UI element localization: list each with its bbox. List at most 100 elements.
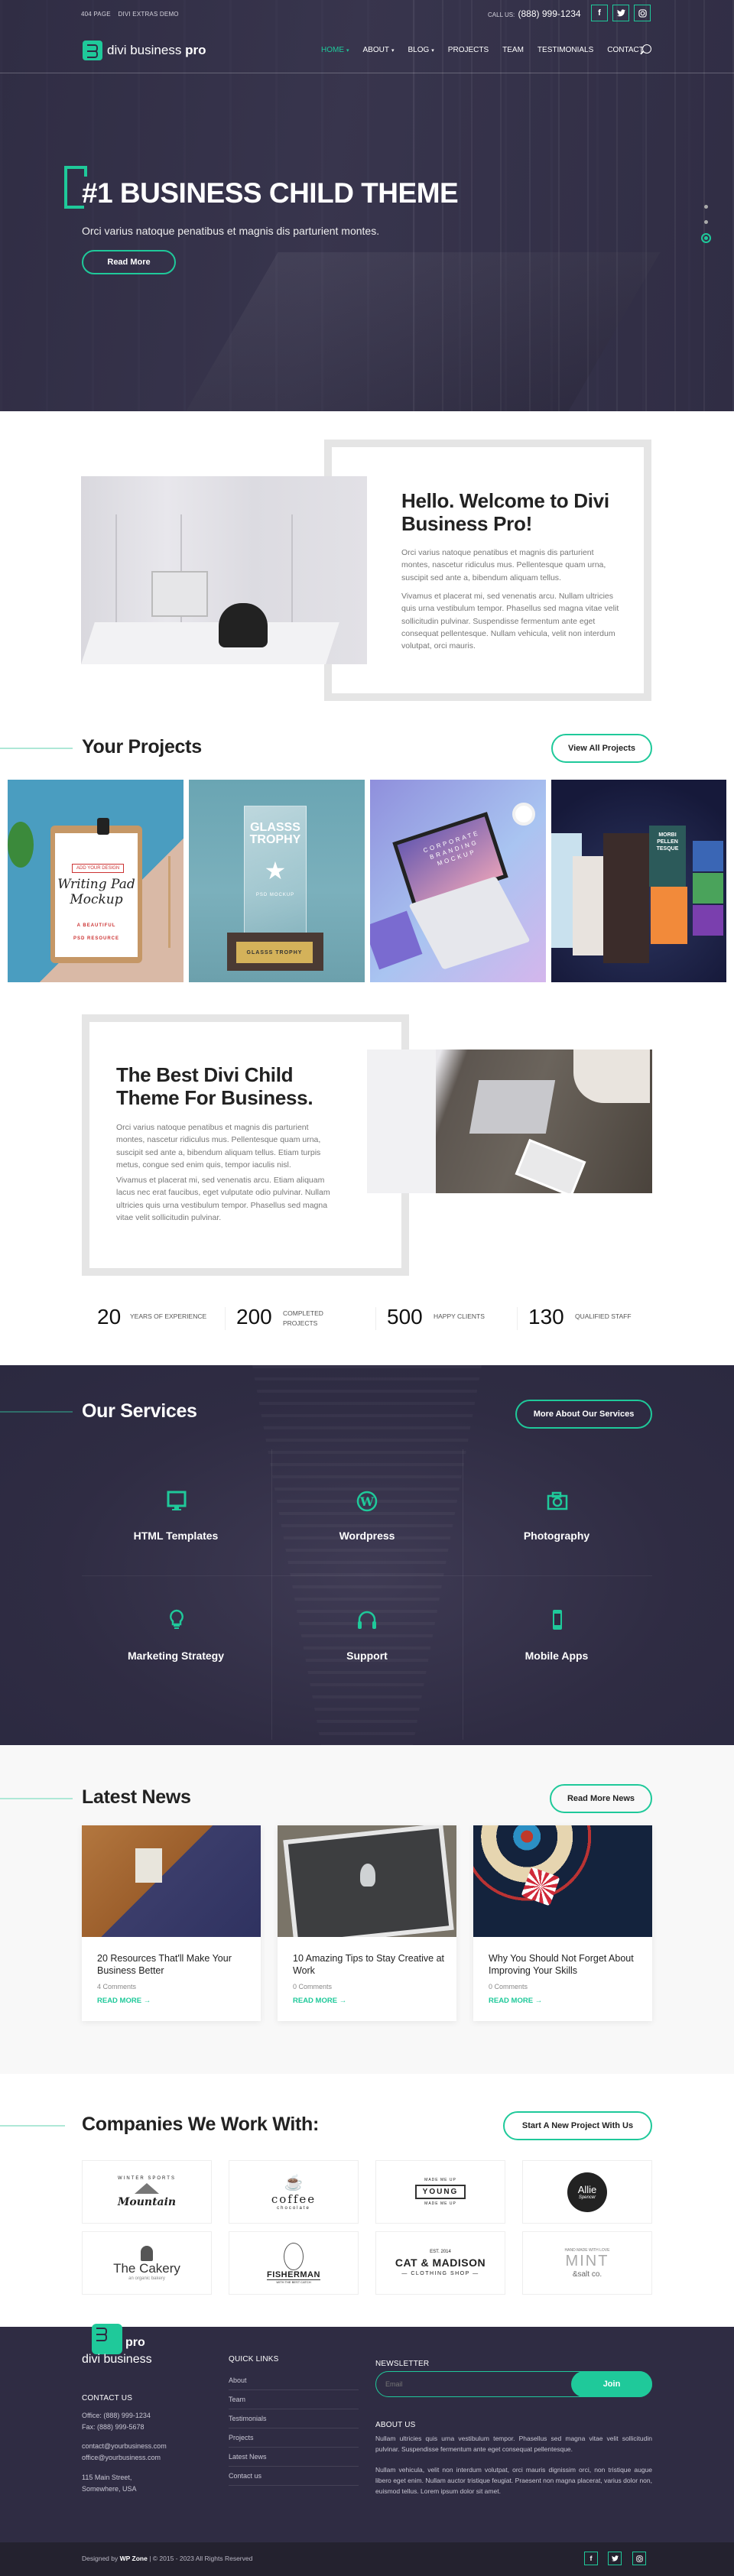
news-card[interactable]: 10 Amazing Tips to Stay Creative at Work… <box>278 1825 456 2021</box>
top-link-divi-extras[interactable]: DIVI EXTRAS DEMO <box>119 11 179 18</box>
coffee-cup-icon: ☕ <box>284 2175 304 2192</box>
project-card-corporate-branding[interactable]: CORPORATE BRANDING MOCKUP <box>370 780 546 982</box>
company-logo-allie[interactable]: Allie Spencer <box>522 2160 652 2224</box>
company-logo-mint-salt[interactable]: HAND MADE WITH LOVE MINT &salt co. <box>522 2231 652 2295</box>
company-logo-fisherman[interactable]: FISHERMAN WITH THE BEST CATCH <box>229 2231 359 2295</box>
welcome-title: Hello. Welcome to Divi Business Pro! <box>401 489 609 535</box>
quick-link-latest-news[interactable]: Latest News <box>229 2448 359 2467</box>
footer-logo-icon[interactable] <box>92 2324 122 2354</box>
search-icon[interactable] <box>642 44 651 54</box>
nav-testimonials[interactable]: TESTIMONIALS <box>538 46 593 54</box>
call-phone[interactable]: (888) 999-1234 <box>518 8 581 19</box>
chevron-down-icon: ▾ <box>391 48 395 54</box>
company-logo-coffee[interactable]: ☕ coffee chocolate <box>229 2160 359 2224</box>
company-logo-cat-madison[interactable]: EST. 2014 CAT & MADISON — CLOTHING SHOP … <box>375 2231 505 2295</box>
instagram-icon[interactable] <box>634 5 651 21</box>
stat-value-years: 20 <box>97 1305 122 1329</box>
image-detail <box>521 1867 560 1906</box>
star-icon: ★ <box>264 857 287 884</box>
designer-link[interactable]: WP Zone <box>120 2555 148 2562</box>
stat-divider <box>375 1307 376 1330</box>
logo-sub: WINTER SPORTS <box>118 2175 176 2181</box>
project-card-writing-pad[interactable]: ADD YOUR DESIGN Writing Pad Mockup A BEAU… <box>8 780 184 982</box>
logo-name: coffee <box>271 2192 317 2206</box>
logo-name: YOUNG <box>414 2185 466 2199</box>
service-title: Mobile Apps <box>525 1650 589 1662</box>
binder-clip-image <box>97 818 109 835</box>
services-section: Our Services More About Our Services HTM… <box>0 1365 734 1745</box>
footer-twitter-icon[interactable] <box>608 2552 622 2565</box>
nav-projects[interactable]: PROJECTS <box>448 46 489 54</box>
quick-link-testimonials[interactable]: Testimonials <box>229 2409 359 2428</box>
project-heading: Writing Pad Mockup <box>55 877 138 907</box>
office-phone[interactable]: Office: (888) 999-1234 <box>82 2410 151 2422</box>
news-card-comments[interactable]: 4 Comments <box>97 1983 136 1990</box>
logo-name: Allie <box>577 2184 597 2195</box>
facebook-icon[interactable]: f <box>591 5 608 21</box>
site-logo[interactable]: divi business pro <box>107 43 206 58</box>
news-card-read-more[interactable]: READ MORE → <box>97 1997 151 2005</box>
view-all-projects-button[interactable]: View All Projects <box>551 734 652 763</box>
projects-title: Your Projects <box>82 736 202 758</box>
project-card-glass-trophy[interactable]: GLASSS TROPHY ★ PSD MOCKUP GLASSS TROPHY <box>189 780 365 982</box>
quick-link-projects[interactable]: Projects <box>229 2428 359 2448</box>
slider-dot-1[interactable] <box>704 205 708 209</box>
news-card-comments[interactable]: 0 Comments <box>293 1983 332 1990</box>
news-card-read-more[interactable]: READ MORE → <box>489 1997 542 2005</box>
news-card-title[interactable]: Why You Should Not Forget About Improvin… <box>489 1952 641 1977</box>
twitter-icon[interactable] <box>612 5 629 21</box>
start-project-button[interactable]: Start A New Project With Us <box>503 2111 652 2140</box>
logo-sub: chocolate <box>277 2206 310 2211</box>
project-sub-line1: A BEAUTIFUL <box>76 923 116 928</box>
screen-image <box>573 856 603 955</box>
image-detail <box>81 622 339 664</box>
nav-blog[interactable]: BLOG ▾ <box>408 46 434 54</box>
section-accent-line <box>0 2125 65 2127</box>
project-card-app-screens[interactable]: MORBI PELLEN TESQUE <box>551 780 726 982</box>
nav-about[interactable]: ABOUT ▾ <box>363 46 395 54</box>
monitor-icon <box>167 1491 187 1510</box>
nav-contact[interactable]: CONTACT <box>607 46 644 54</box>
footer-instagram-icon[interactable] <box>632 2552 646 2565</box>
quick-link-contact[interactable]: Contact us <box>229 2467 359 2486</box>
services-background <box>252 1365 482 1745</box>
quick-link-about[interactable]: About <box>229 2371 359 2390</box>
office-email[interactable]: office@yourbusiness.com <box>82 2452 167 2464</box>
hero-read-more-button[interactable]: Read More <box>82 250 176 274</box>
camera-icon <box>547 1491 568 1510</box>
news-card-comments[interactable]: 0 Comments <box>489 1983 528 1990</box>
more-services-button[interactable]: More About Our Services <box>515 1400 652 1429</box>
news-card[interactable]: 20 Resources That'll Make Your Business … <box>82 1825 261 2021</box>
stat-label-years: YEARS OF EXPERIENCE <box>130 1312 207 1320</box>
quick-link-team[interactable]: Team <box>229 2390 359 2409</box>
logo-sub: — CLOTHING SHOP — <box>401 2271 479 2276</box>
news-card[interactable]: Why You Should Not Forget About Improvin… <box>473 1825 652 2021</box>
news-card-read-more[interactable]: READ MORE → <box>293 1997 346 2005</box>
contact-email[interactable]: contact@yourbusiness.com <box>82 2441 167 2452</box>
slider-dot-3-active[interactable] <box>701 233 711 243</box>
footer-facebook-icon[interactable]: f <box>584 2552 598 2565</box>
newsletter-join-button[interactable]: Join <box>571 2370 652 2397</box>
nav-team[interactable]: TEAM <box>502 46 524 54</box>
welcome-paragraph-1: Orci varius natoque penatibus et magnis … <box>401 548 606 582</box>
company-logo-young[interactable]: MADE ME UP YOUNG MADE ME UP <box>375 2160 505 2224</box>
about-us-paragraph-2: Nullam vehicula, velit non interdum volu… <box>375 2466 652 2496</box>
logo-icon[interactable] <box>83 41 102 60</box>
nav-home[interactable]: HOME ▾ <box>321 46 349 54</box>
read-more-news-button[interactable]: Read More News <box>550 1784 652 1813</box>
hero-section: 404 PAGE DIVI EXTRAS DEMO CALL US: (888)… <box>0 0 734 411</box>
chevron-down-icon: ▾ <box>431 48 434 54</box>
slider-dot-2[interactable] <box>704 220 708 224</box>
instagram-glyph <box>638 8 647 18</box>
headphones-icon <box>358 1611 376 1629</box>
trophy-line2: TROPHY <box>249 833 301 846</box>
logo-name: CAT & MADISON <box>395 2256 486 2269</box>
company-logo-mountain[interactable]: WINTER SPORTS Mountain <box>82 2160 212 2224</box>
top-link-404[interactable]: 404 PAGE <box>81 11 111 18</box>
newsletter-email-input[interactable] <box>385 2378 554 2390</box>
news-card-title[interactable]: 10 Amazing Tips to Stay Creative at Work <box>293 1952 446 1977</box>
company-logo-cakery[interactable]: The Cakery an organic bakery <box>82 2231 212 2295</box>
stat-label-staff: QUALIFIED STAFF <box>575 1312 632 1320</box>
logo-sub: an organic bakery <box>128 2276 165 2281</box>
news-card-title[interactable]: 20 Resources That'll Make Your Business … <box>97 1952 250 1977</box>
